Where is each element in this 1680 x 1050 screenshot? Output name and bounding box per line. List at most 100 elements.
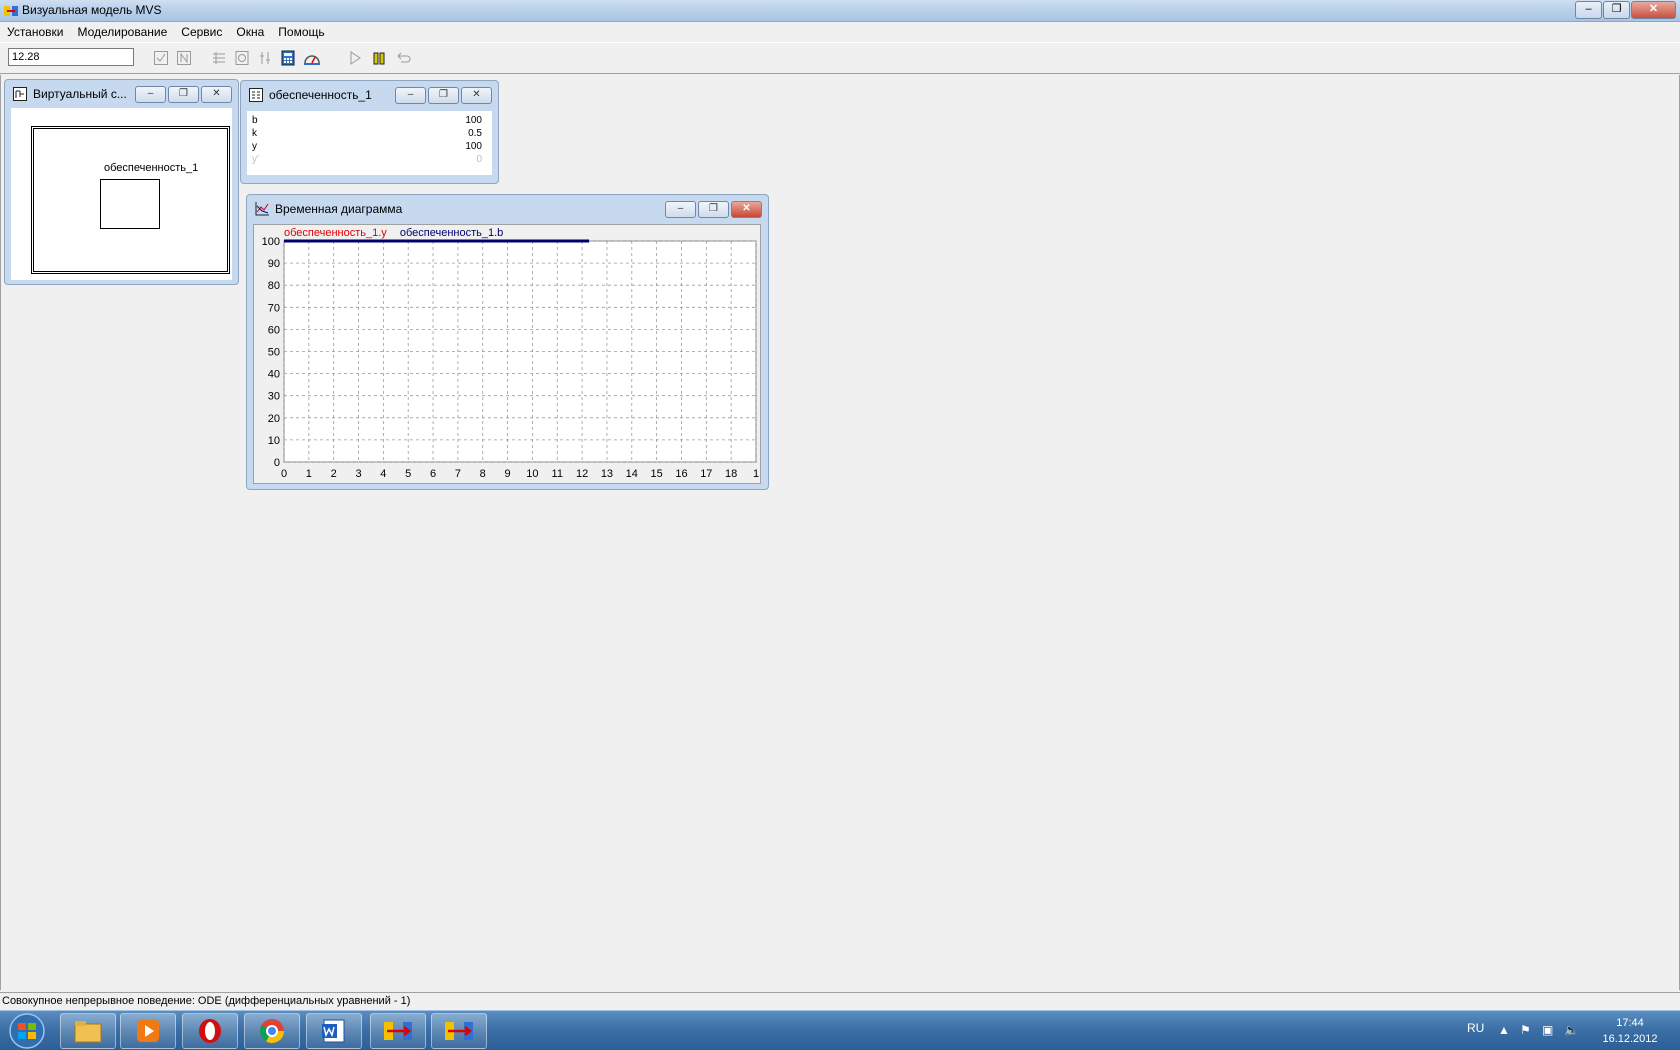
check-list-icon[interactable] — [152, 49, 170, 67]
virtual-window[interactable]: Виртуальный с... – ❐ ✕ обеспеченность_1 — [4, 79, 239, 285]
x-tick-label: 5 — [405, 468, 411, 480]
variable-value: 100 — [465, 115, 482, 126]
timing-diagram-window[interactable]: Временная диаграмма – ❐ ✕ обеспеченность… — [246, 194, 769, 490]
status-bar: Совокупное непрерывное поведение: ODE (д… — [0, 992, 1680, 1010]
variables-window[interactable]: обеспеченность_1 – ❐ ✕ b 100 k 0.5 y 100… — [240, 80, 499, 184]
taskbar-opera-button[interactable] — [182, 1013, 238, 1049]
x-tick-label: 11 — [552, 468, 563, 480]
variable-row[interactable]: y 100 — [252, 140, 482, 153]
restore-icon[interactable]: ❐ — [1603, 1, 1630, 19]
play-icon[interactable] — [346, 49, 364, 67]
variable-name: k — [252, 128, 257, 139]
variable-row[interactable]: b 100 — [252, 114, 482, 127]
variable-row[interactable]: k 0.5 — [252, 127, 482, 140]
menu-bar: Установки Моделирование Сервис Окна Помо… — [0, 22, 1680, 42]
chart-plot: 0 1 2 3 4 5 6 7 8 9 10 11 12 13 14 15 16 17 18 110090807060… — [262, 236, 759, 480]
variable-value: 100 — [465, 141, 482, 152]
taskbar-chrome-button[interactable] — [244, 1013, 300, 1049]
timing-diagram-titlebar[interactable]: Временная диаграмма – ❐ ✕ — [247, 195, 768, 221]
x-tick-label: 12 — [576, 468, 588, 480]
structure-icon[interactable] — [210, 49, 228, 67]
y-tick-label: 0 — [274, 457, 280, 469]
minimize-icon[interactable]: – — [135, 86, 166, 103]
clock-date: 16.12.2012 — [1602, 1033, 1658, 1045]
variable-name: y — [252, 141, 257, 152]
speed-gauge-icon[interactable] — [303, 49, 321, 67]
variables-list: b 100 k 0.5 y 100 y' 0 — [247, 111, 492, 175]
close-icon[interactable]: ✕ — [461, 87, 492, 104]
minimize-icon[interactable]: – — [665, 201, 696, 218]
variable-name: b — [252, 115, 258, 126]
windows-logo-icon — [9, 1013, 45, 1049]
x-tick-label: 2 — [331, 468, 337, 480]
minimize-icon[interactable]: – — [395, 87, 426, 104]
virtual-window-canvas: обеспеченность_1 — [11, 108, 232, 280]
y-tick-label: 40 — [268, 369, 280, 381]
word-icon — [322, 1019, 345, 1043]
variables-window-titlebar[interactable]: обеспеченность_1 – ❐ ✕ — [241, 81, 498, 107]
menu-windows[interactable]: Окна — [229, 22, 271, 42]
restore-icon[interactable]: ❐ — [698, 201, 729, 218]
menu-help[interactable]: Помощь — [271, 22, 331, 42]
model-block[interactable] — [100, 179, 160, 229]
block-label: обеспеченность_1 — [104, 162, 199, 174]
toolbar: 12.28 — [0, 42, 1680, 74]
close-icon[interactable]: ✕ — [201, 86, 232, 103]
app-titlebar: Визуальная модель MVS – ❐ ✕ — [0, 0, 1680, 22]
model-time-field[interactable]: 12.28 — [8, 48, 134, 66]
opera-icon — [199, 1019, 221, 1043]
menu-service[interactable]: Сервис — [174, 22, 229, 42]
x-tick-label: 6 — [430, 468, 436, 480]
close-icon[interactable]: ✕ — [1631, 1, 1676, 19]
chrome-icon — [259, 1019, 284, 1044]
restore-icon[interactable]: ❐ — [428, 87, 459, 104]
taskbar-media-player-button[interactable] — [120, 1013, 176, 1049]
volume-icon[interactable]: 🔈 — [1564, 1023, 1579, 1037]
y-tick-label: 90 — [268, 258, 280, 270]
taskbar-word-button[interactable] — [306, 1013, 362, 1049]
x-tick-label: 18 — [725, 468, 737, 480]
status-text: Совокупное непрерывное поведение: ODE (д… — [2, 995, 411, 1007]
show-hidden-icons-icon[interactable]: ▲ — [1498, 1023, 1510, 1037]
variable-row[interactable]: y' 0 — [252, 153, 482, 166]
taskbar-mvs-button-1[interactable] — [370, 1013, 426, 1049]
clock-icon[interactable] — [233, 49, 251, 67]
menu-modeling[interactable]: Моделирование — [70, 22, 174, 42]
x-tick-label: 0 — [281, 468, 287, 480]
y-tick-label: 100 — [262, 236, 280, 248]
pause-icon[interactable] — [370, 49, 388, 67]
system-clock[interactable]: 17:44 16.12.2012 — [1598, 1015, 1662, 1047]
x-tick-label: 14 — [626, 468, 638, 480]
y-tick-label: 30 — [268, 391, 280, 403]
start-button[interactable] — [2, 1012, 52, 1050]
menu-settings[interactable]: Установки — [0, 22, 70, 42]
minimize-icon[interactable]: – — [1575, 1, 1602, 19]
media-player-icon — [137, 1020, 159, 1042]
y-tick-label: 10 — [268, 435, 280, 447]
taskbar-explorer-button[interactable] — [60, 1013, 116, 1049]
reset-icon[interactable] — [395, 49, 413, 67]
y-tick-label: 20 — [268, 413, 280, 425]
close-icon[interactable]: ✕ — [731, 201, 762, 218]
chart-icon — [255, 202, 269, 216]
timing-diagram-title: Временная диаграмма — [275, 202, 403, 216]
sliders-icon[interactable] — [256, 49, 274, 67]
x-tick-label: 9 — [505, 468, 511, 480]
variable-name: y' — [252, 154, 259, 165]
y-tick-label: 60 — [268, 324, 280, 336]
calculator-icon[interactable] — [279, 49, 297, 67]
virtual-window-titlebar[interactable]: Виртуальный с... – ❐ ✕ — [5, 80, 238, 106]
clock-time: 17:44 — [1616, 1017, 1644, 1029]
action-center-flag-icon[interactable]: ⚑ — [1520, 1023, 1531, 1037]
new-model-icon[interactable] — [175, 49, 193, 67]
chart-area: обеспеченность_1.y обеспеченность_1.b 01… — [253, 224, 761, 484]
variables-table-icon — [249, 88, 263, 102]
folder-icon — [74, 1021, 102, 1043]
network-icon[interactable]: ▣ — [1542, 1023, 1553, 1037]
input-language[interactable]: RU — [1467, 1021, 1484, 1035]
taskbar: RU ▲ ⚑ ▣ 🔈 17:44 16.12.2012 — [0, 1010, 1680, 1050]
taskbar-mvs-button-2[interactable] — [431, 1013, 487, 1049]
restore-icon[interactable]: ❐ — [168, 86, 199, 103]
x-tick-label: 1 — [306, 468, 312, 480]
mvs-app-icon — [384, 1022, 412, 1040]
